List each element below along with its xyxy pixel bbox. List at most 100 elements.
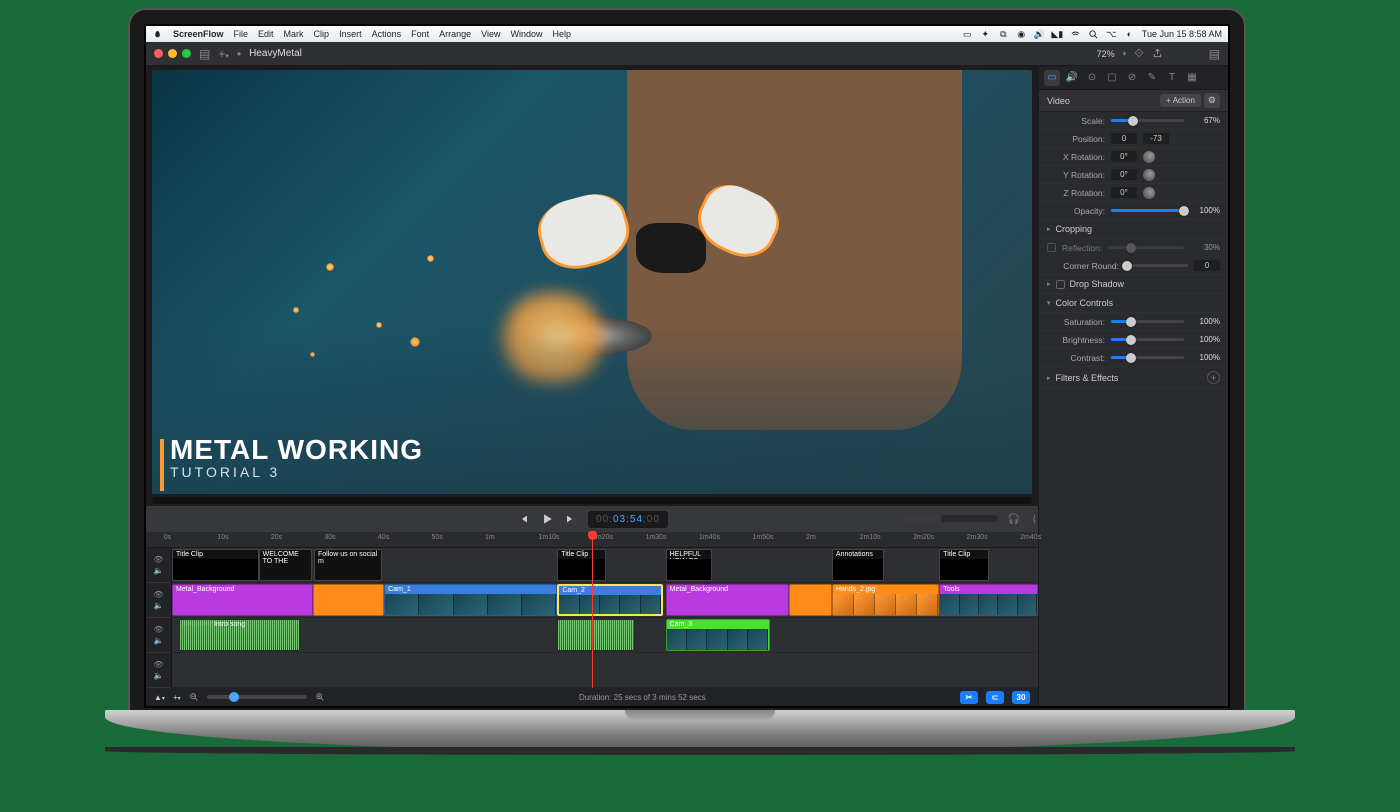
reflection-checkbox[interactable] — [1047, 243, 1056, 252]
tab-video[interactable]: ▭ — [1044, 70, 1060, 86]
eye-icon[interactable]: 👁 — [153, 555, 163, 564]
wifi-icon[interactable] — [1070, 29, 1081, 40]
colorcontrols-disclosure[interactable]: ▾Color Controls — [1039, 294, 1228, 313]
timecode-display[interactable]: 00:03:54;00 — [588, 511, 668, 528]
zoom-level[interactable]: 72% — [1097, 49, 1115, 59]
timeline-clip[interactable]: Intro songIntro song — [179, 619, 300, 651]
canvas-preview[interactable]: METAL WORKING TUTORIAL 3 — [152, 70, 1032, 494]
zoom-out-icon[interactable] — [189, 692, 199, 702]
shadow-disclosure[interactable]: ▸Drop Shadow — [1039, 275, 1228, 294]
add-filter-icon[interactable]: + — [1207, 371, 1220, 384]
menu-insert[interactable]: Insert — [339, 29, 362, 39]
reflection-slider[interactable] — [1108, 246, 1184, 249]
track-row[interactable]: Intro songIntro song Cam_3 — [172, 618, 1038, 653]
menu-file[interactable]: File — [234, 29, 249, 39]
speaker-icon[interactable]: 🔈 — [154, 671, 164, 680]
speaker-icon[interactable]: 🔈 — [154, 601, 164, 610]
tab-text[interactable]: T — [1164, 70, 1180, 86]
track-row[interactable]: Metal_BackgroundCam_1Cam_2Metal_Backgrou… — [172, 583, 1038, 618]
timeline-clip[interactable]: Cam_1 — [384, 584, 557, 616]
next-button[interactable] — [564, 513, 578, 525]
maximize-button[interactable] — [182, 49, 191, 58]
tab-audio[interactable]: 🔊 — [1064, 70, 1080, 86]
rotation-dial-icon[interactable] — [1143, 169, 1155, 181]
corner-slider[interactable] — [1125, 264, 1188, 267]
menu-app-name[interactable]: ScreenFlow — [173, 29, 224, 39]
collapse-icon[interactable]: ⟨ — [1032, 514, 1036, 525]
timeline-clip[interactable]: Annotations — [832, 549, 884, 581]
shadow-checkbox[interactable] — [1056, 280, 1065, 289]
menu-font[interactable]: Font — [411, 29, 429, 39]
prev-button[interactable] — [516, 513, 530, 525]
timeline-clip[interactable]: Metal_Background — [172, 584, 313, 616]
corner-value[interactable]: 0 — [1194, 260, 1220, 271]
skimming-badge[interactable]: 30 — [1012, 691, 1030, 704]
timeline-clip[interactable]: Title Clip — [939, 549, 989, 581]
rotation-dial-icon[interactable] — [1143, 151, 1155, 163]
timeline-clip[interactable] — [557, 619, 635, 651]
timeline-clip[interactable]: Tools — [939, 584, 1038, 616]
magnet-icon[interactable]: ⊂ — [986, 691, 1004, 704]
timeline-clip[interactable]: HELPFUL HOW-TO — [666, 549, 713, 581]
menu-clip[interactable]: Clip — [314, 29, 330, 39]
clip-edit-icon[interactable]: ✂ — [960, 691, 978, 704]
zrot-value[interactable]: 0° — [1111, 187, 1137, 198]
rocket-icon[interactable]: ✦ — [980, 29, 991, 40]
camera-icon[interactable]: ▭ — [962, 29, 973, 40]
track-header[interactable]: 👁🔈 — [146, 583, 171, 618]
timeline-clip[interactable]: Metal_Background — [666, 584, 789, 616]
tab-media[interactable]: ▦ — [1184, 70, 1200, 86]
tab-callout[interactable]: ▢ — [1104, 70, 1120, 86]
timeline-clip[interactable]: WELCOME TO THE — [259, 549, 313, 581]
eye-icon[interactable]: 👁 — [153, 625, 163, 634]
search-icon[interactable] — [1088, 29, 1099, 40]
play-button[interactable] — [540, 512, 554, 526]
control-center-icon[interactable]: ⌥ — [1106, 29, 1117, 40]
menu-arrange[interactable]: Arrange — [439, 29, 471, 39]
eye-icon[interactable]: 👁 — [153, 660, 163, 669]
menu-actions[interactable]: Actions — [372, 29, 402, 39]
track-header[interactable]: 👁🔈 — [146, 618, 171, 653]
timeline-clip[interactable]: Title Clip — [172, 549, 259, 581]
menu-view[interactable]: View — [481, 29, 500, 39]
menubar-datetime[interactable]: Tue Jun 15 8:58 AM — [1142, 29, 1222, 39]
minimize-button[interactable] — [168, 49, 177, 58]
timeline-zoom-slider[interactable] — [207, 695, 307, 699]
tab-annotations[interactable]: ✎ — [1144, 70, 1160, 86]
eye-icon[interactable]: 👁 — [153, 590, 163, 599]
crop-icon[interactable]: ⟐ — [1134, 46, 1143, 61]
position-x[interactable]: 0 — [1111, 133, 1137, 144]
timeline-clip[interactable]: Hands_2.jpg — [832, 584, 939, 616]
zoom-in-icon[interactable] — [315, 692, 325, 702]
share-icon[interactable] — [1152, 48, 1163, 59]
close-button[interactable] — [154, 49, 163, 58]
pointer-tool-icon[interactable]: ▲▾ — [154, 693, 165, 702]
dropbox-icon[interactable]: ⧉ — [998, 29, 1009, 40]
menu-window[interactable]: Window — [511, 29, 543, 39]
sidebar-toggle-icon[interactable]: ▤ — [199, 47, 210, 61]
apple-icon[interactable] — [152, 29, 163, 40]
timeline-clip[interactable] — [789, 584, 832, 616]
headphones-icon[interactable]: 🎧 — [1008, 514, 1020, 525]
filters-disclosure[interactable]: ▸Filters & Effects+ — [1039, 367, 1228, 389]
tab-screenrec[interactable]: ⊙ — [1084, 70, 1100, 86]
timeline-clip[interactable]: Follow us on social m — [314, 549, 382, 581]
add-action-button[interactable]: + Action — [1160, 94, 1201, 107]
volume-slider[interactable] — [903, 515, 998, 522]
timeline-clip[interactable] — [313, 584, 384, 616]
siri-icon[interactable]: ◐ — [1124, 29, 1135, 40]
track-row[interactable]: Title ClipWELCOME TO THEFollow us on soc… — [172, 548, 1038, 583]
gear-icon[interactable]: ⚙ — [1204, 93, 1220, 108]
xrot-value[interactable]: 0° — [1111, 151, 1137, 162]
track-header[interactable]: 👁🔈 — [146, 653, 171, 688]
timeline-clip[interactable]: Cam_3 — [666, 619, 770, 651]
add-icon[interactable]: +▾ — [218, 47, 229, 61]
tab-touch[interactable]: ⊘ — [1124, 70, 1140, 86]
inspector-toggle-icon[interactable]: ▤ — [1209, 47, 1220, 61]
volume-icon[interactable]: 🔊 — [1034, 29, 1045, 40]
speaker-icon[interactable]: 🔈 — [154, 566, 164, 575]
timeline-clip[interactable]: Title Clip — [557, 549, 605, 581]
scale-slider[interactable] — [1111, 119, 1184, 122]
cropping-disclosure[interactable]: ▸Cropping — [1039, 220, 1228, 239]
position-y[interactable]: -73 — [1143, 133, 1169, 144]
